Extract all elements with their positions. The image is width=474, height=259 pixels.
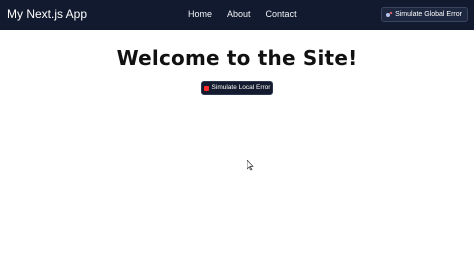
page-title: Welcome to the Site! — [116, 46, 358, 70]
top-navbar: My Next.js App Home About Contact Simula… — [0, 0, 474, 30]
mouse-pointer-icon — [247, 160, 254, 171]
simulate-local-error-label: Simulate Local Error — [211, 84, 271, 91]
nav-about-link[interactable]: About — [227, 8, 251, 20]
nav-links: Home About Contact — [188, 8, 297, 20]
simulate-global-error-button[interactable]: Simulate Global Error — [381, 7, 468, 22]
main-content: Welcome to the Site! Simulate Local Erro… — [0, 30, 474, 259]
nav-home-link[interactable]: Home — [188, 8, 212, 20]
app-title: My Next.js App — [7, 7, 88, 21]
simulate-local-error-button[interactable]: Simulate Local Error — [201, 81, 273, 95]
bomb-icon — [386, 12, 392, 18]
simulate-global-error-label: Simulate Global Error — [395, 11, 462, 18]
nav-contact-link[interactable]: Contact — [266, 8, 297, 20]
red-square-icon — [203, 85, 209, 91]
